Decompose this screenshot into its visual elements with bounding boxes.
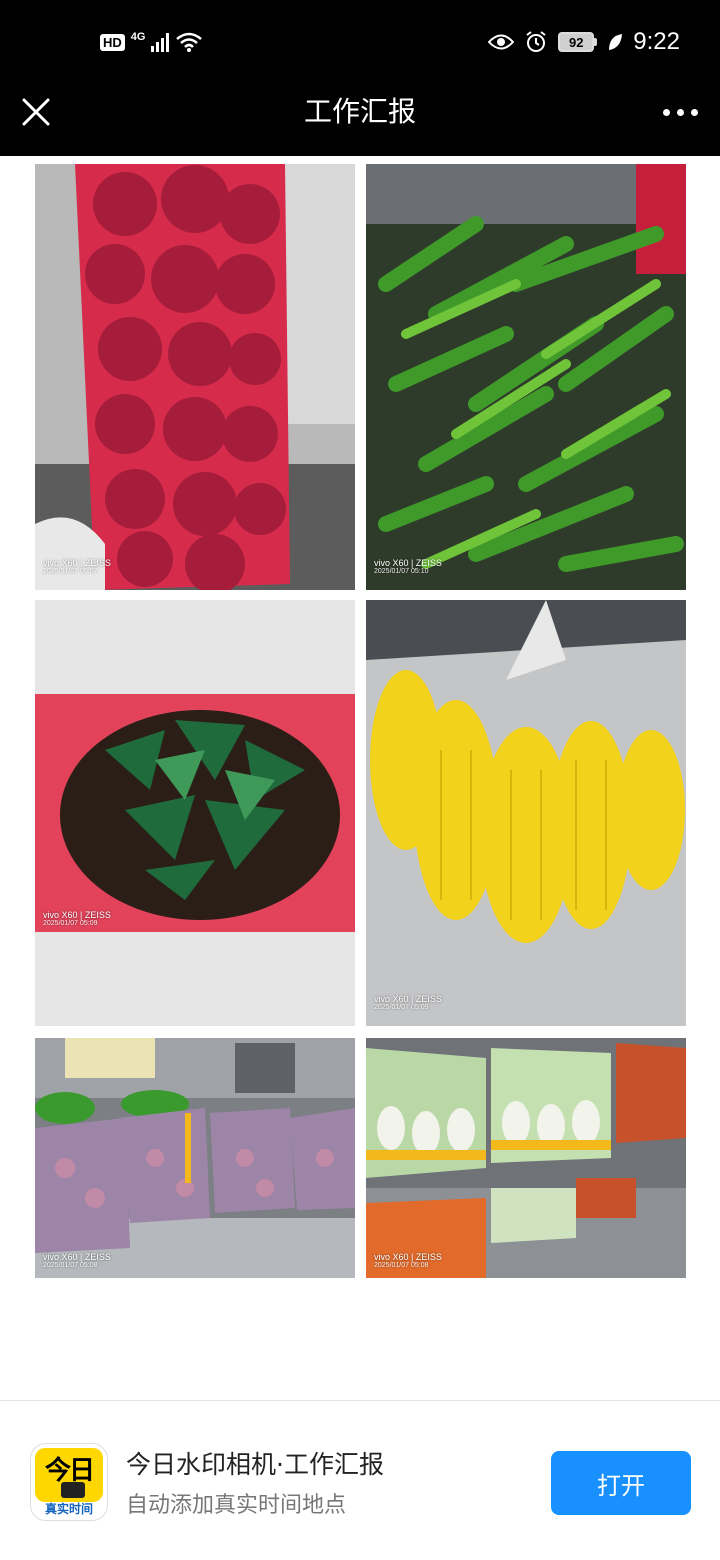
- app-name: 今日水印相机·工作汇报: [126, 1450, 384, 1479]
- battery-icon: 92: [558, 32, 598, 52]
- top-bar: 工作汇报: [0, 84, 720, 156]
- photo-green-peppers[interactable]: vivo X60 | ZEISS 2025/01/07 05:10: [366, 164, 686, 590]
- photo-onions[interactable]: vivo X60 | ZEISS 2025/01/07 05:07: [35, 164, 355, 590]
- battery-level: 92: [558, 32, 595, 52]
- watermark: vivo X60 | ZEISS 2025/01/07 05:09: [374, 994, 442, 1011]
- photo-corn[interactable]: vivo X60 | ZEISS 2025/01/07 05:09: [366, 600, 686, 1026]
- corn-image: [366, 600, 686, 1026]
- page-title: 工作汇报: [303, 95, 416, 128]
- hd-badge: HD: [100, 33, 125, 51]
- wifi-icon: [176, 32, 203, 52]
- camera-icon: [61, 1482, 85, 1498]
- leaf-icon: [609, 34, 623, 50]
- photo-cabbages[interactable]: vivo X60 | ZEISS 2025/01/07 05:08: [366, 1038, 686, 1278]
- alarm-icon: [526, 31, 546, 52]
- status-bar: HD 4G 92 9:22: [0, 0, 720, 84]
- network-type: 4G: [130, 31, 146, 43]
- clock: 9:22: [633, 28, 680, 55]
- kelp-image: [35, 600, 355, 1026]
- app-banner: 今日 真实时间 今日水印相机·工作汇报 自动添加真实时间地点 打开: [0, 1400, 720, 1560]
- watermark: vivo X60 | ZEISS 2025/01/07 05:07: [43, 558, 111, 575]
- more-options-icon[interactable]: [660, 104, 700, 120]
- watermark: vivo X60 | ZEISS 2025/01/07 05:08: [374, 1252, 442, 1269]
- photo-kelp[interactable]: vivo X60 | ZEISS 2025/01/07 05:09: [35, 600, 355, 1026]
- watermark: vivo X60 | ZEISS 2025/01/07 05:09: [43, 910, 111, 927]
- app-icon-caption: 真实时间: [44, 1502, 93, 1516]
- eye-icon: [488, 34, 515, 50]
- photo-radishes[interactable]: vivo X60 | ZEISS 2025/01/07 05:08: [35, 1038, 355, 1278]
- radishes-image: [35, 1038, 355, 1278]
- cabbages-image: [366, 1038, 686, 1278]
- watermark: vivo X60 | ZEISS 2025/01/07 05:10: [374, 558, 442, 575]
- signal-icon: [151, 32, 170, 52]
- peppers-image: [366, 164, 686, 590]
- app-description: 自动添加真实时间地点: [126, 1493, 347, 1518]
- onions-image: [35, 164, 355, 590]
- open-app-button[interactable]: 打开: [551, 1451, 691, 1515]
- app-icon[interactable]: 今日 真实时间: [30, 1443, 108, 1521]
- watermark: vivo X60 | ZEISS 2025/01/07 05:08: [43, 1252, 111, 1269]
